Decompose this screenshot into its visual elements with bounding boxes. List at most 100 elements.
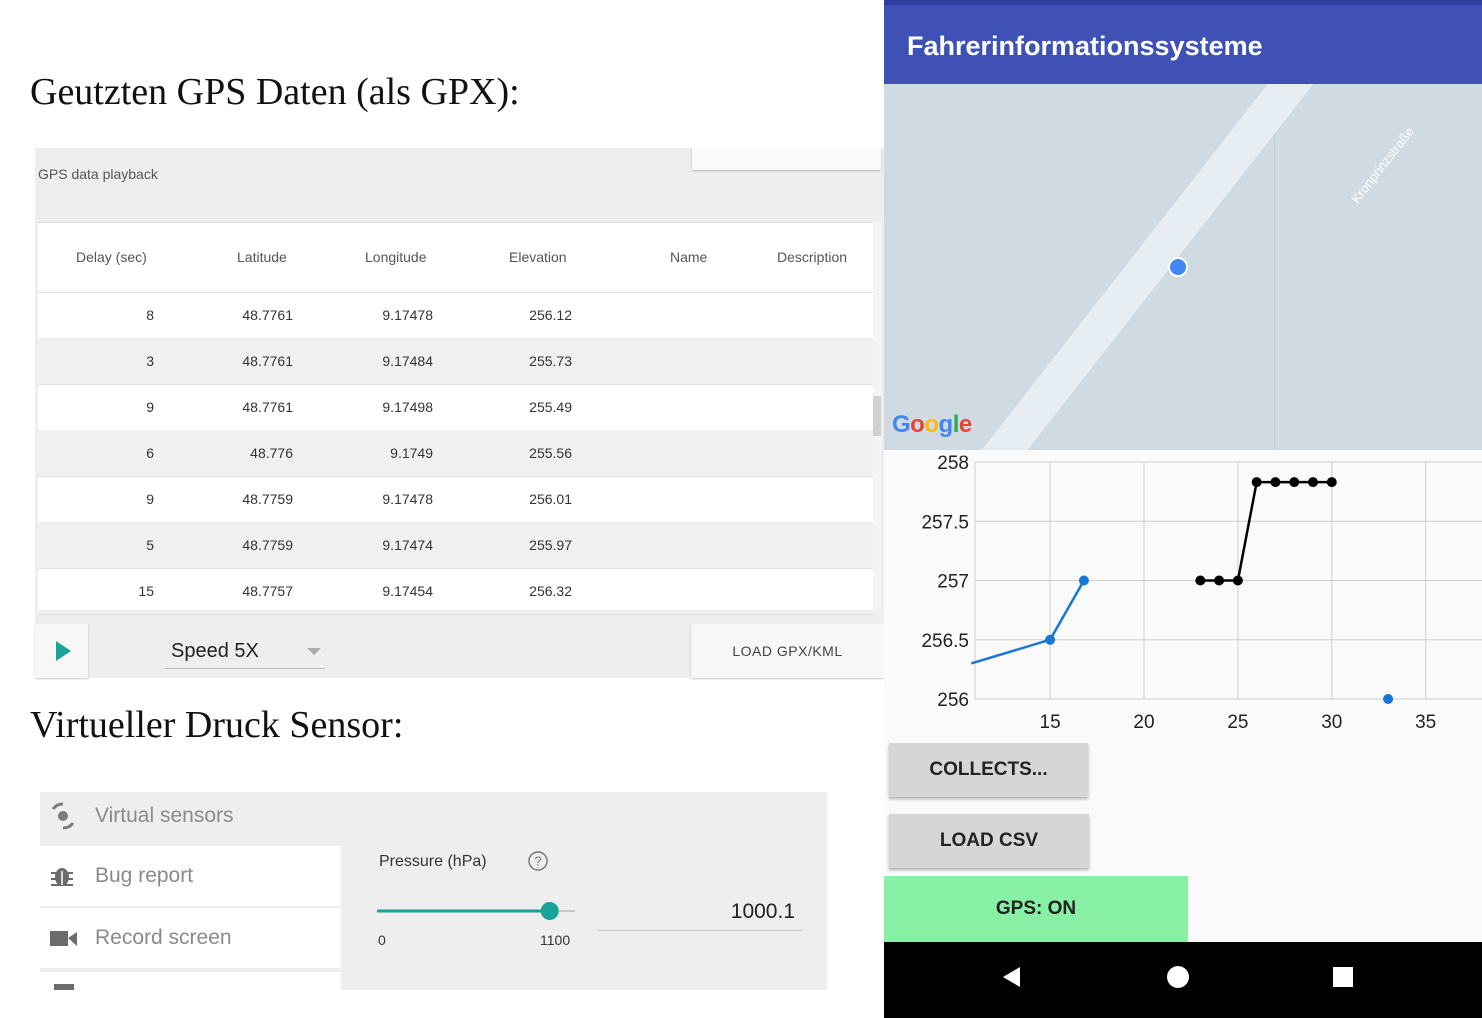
- data-point: [1214, 575, 1225, 586]
- app-title: Fahrerinformationssysteme: [907, 31, 1263, 61]
- sidebar-item-more[interactable]: [40, 972, 341, 990]
- sidebar-item-bug-report[interactable]: Bug report: [40, 846, 341, 906]
- back-icon[interactable]: [998, 962, 1028, 992]
- sidebar-label: Virtual sensors: [95, 804, 234, 827]
- slider-thumb[interactable]: [540, 902, 559, 920]
- gps-playback-panel: GPS data playback Delay (sec) Latitude L…: [35, 148, 884, 678]
- sidebar-item-record-screen[interactable]: Record screen: [40, 908, 341, 968]
- pressure-slider[interactable]: [375, 899, 585, 923]
- speed-value: Speed 5X: [171, 640, 259, 662]
- chevron-down-icon: [307, 648, 321, 655]
- x-tick-label: 25: [1227, 712, 1248, 733]
- cell-longitude: 9.17498: [382, 399, 433, 415]
- cell-longitude: 9.17454: [382, 583, 433, 599]
- table-row[interactable]: 9 48.7759 9.17478 256.01: [38, 476, 873, 523]
- cell-latitude: 48.7759: [242, 491, 293, 507]
- street-label: Kronprinzstraße: [1348, 124, 1417, 207]
- play-icon: [56, 641, 71, 661]
- cell-delay: 6: [146, 445, 154, 461]
- col-latitude[interactable]: Latitude: [237, 249, 287, 265]
- col-elevation[interactable]: Elevation: [509, 249, 567, 265]
- y-tick-label: 258: [937, 453, 969, 474]
- data-point: [1383, 694, 1394, 704]
- gps-toggle-button[interactable]: GPS: ON: [884, 876, 1188, 942]
- playback-controls: Speed 5X LOAD GPX/KML: [35, 624, 884, 678]
- svg-text:?: ?: [534, 854, 541, 869]
- extended-controls-panel: Virtual sensors Bug report Record screen…: [40, 792, 827, 990]
- x-tick-label: 35: [1415, 712, 1436, 733]
- play-button[interactable]: [35, 624, 88, 678]
- android-screen: Fahrerinformationssysteme Kronprinzstraß…: [884, 0, 1482, 1018]
- cell-delay: 5: [146, 537, 154, 553]
- slider-max: 1100: [540, 932, 571, 948]
- scrollbar-thumb[interactable]: [873, 396, 881, 436]
- elevation-chart: 256 256.5 257 257.5 258 15 20 25 30 35: [884, 450, 1482, 740]
- slider-min: 0: [378, 932, 386, 948]
- cell-latitude: 48.7759: [242, 537, 293, 553]
- sidebar-label: Bug report: [95, 864, 194, 887]
- collects-button[interactable]: COLLECTS...: [889, 743, 1088, 797]
- table-row[interactable]: 6 48.776 9.1749 255.56: [38, 430, 873, 477]
- cell-delay: 3: [146, 353, 154, 369]
- cell-longitude: 9.17474: [382, 537, 433, 553]
- series-line: [1200, 480, 1332, 582]
- load-csv-button[interactable]: LOAD CSV: [889, 814, 1089, 868]
- map-view[interactable]: Kronprinzstraße Google: [884, 84, 1482, 450]
- pressure-card: Pressure (hPa) ? 0 1100 1000.1: [341, 792, 827, 990]
- data-point: [1251, 477, 1262, 488]
- more-icon: [54, 984, 74, 990]
- gps-caption: GPS data playback: [38, 166, 158, 182]
- col-name[interactable]: Name: [670, 249, 707, 265]
- load-gpx-button[interactable]: LOAD GPX/KML: [691, 624, 884, 678]
- street-road: [978, 84, 1328, 450]
- help-icon[interactable]: ?: [527, 850, 549, 872]
- x-tick-label: 30: [1321, 712, 1342, 733]
- speed-select[interactable]: Speed 5X: [165, 634, 325, 669]
- map-grid-line: [1274, 84, 1275, 450]
- pressure-label: Pressure (hPa): [379, 853, 487, 870]
- data-point: [1195, 575, 1206, 586]
- gps-heading: Geutzten GPS Daten (als GPX):: [30, 71, 520, 113]
- table-row[interactable]: 15 48.7757 9.17454 256.32: [38, 568, 873, 615]
- col-description[interactable]: Description: [777, 249, 847, 265]
- sidebar-item-virtual-sensors[interactable]: Virtual sensors: [40, 792, 341, 852]
- cell-latitude: 48.7757: [242, 583, 293, 599]
- data-point: [1326, 477, 1337, 488]
- table-row[interactable]: 8 48.7761 9.17478 256.12: [38, 292, 873, 339]
- cell-longitude: 9.17478: [382, 491, 433, 507]
- table-row[interactable]: 3 48.7761 9.17484 255.73: [38, 338, 873, 385]
- data-point: [1289, 477, 1300, 488]
- table-scrollbar[interactable]: [873, 222, 881, 609]
- data-point: [1045, 634, 1056, 645]
- google-logo: Google: [892, 411, 972, 438]
- chart-svg: 256 256.5 257 257.5 258 15 20 25 30 35: [921, 453, 1482, 733]
- table-header: Delay (sec) Latitude Longitude Elevation…: [38, 223, 873, 293]
- recents-icon[interactable]: [1328, 962, 1358, 992]
- cell-latitude: 48.7761: [242, 353, 293, 369]
- panel-tab: [692, 148, 881, 170]
- x-tick-label: 20: [1133, 712, 1154, 733]
- nav-bar: [884, 942, 1482, 1018]
- gps-table: Delay (sec) Latitude Longitude Elevation…: [38, 222, 873, 615]
- home-icon[interactable]: [1163, 962, 1193, 992]
- cell-latitude: 48.776: [250, 445, 293, 461]
- table-row[interactable]: 5 48.7759 9.17474 255.97: [38, 522, 873, 569]
- cell-elevation: 256.32: [529, 583, 572, 599]
- col-delay[interactable]: Delay (sec): [76, 249, 147, 265]
- y-tick-label: 257: [937, 572, 969, 593]
- data-point: [1232, 575, 1243, 586]
- cell-longitude: 9.17484: [382, 353, 433, 369]
- cell-delay: 15: [138, 583, 154, 599]
- bug-icon: [51, 868, 73, 886]
- pressure-value: 1000.1: [730, 900, 795, 923]
- pressure-value-field[interactable]: 1000.1: [597, 896, 803, 931]
- cell-elevation: 256.01: [529, 491, 572, 507]
- cell-elevation: 255.97: [529, 537, 572, 553]
- location-marker-icon: [1168, 257, 1188, 277]
- col-longitude[interactable]: Longitude: [365, 249, 427, 265]
- cell-longitude: 9.1749: [390, 445, 433, 461]
- cell-longitude: 9.17478: [382, 307, 433, 323]
- table-row[interactable]: 9 48.7761 9.17498 255.49: [38, 384, 873, 431]
- cell-latitude: 48.7761: [242, 399, 293, 415]
- cell-elevation: 255.56: [529, 445, 572, 461]
